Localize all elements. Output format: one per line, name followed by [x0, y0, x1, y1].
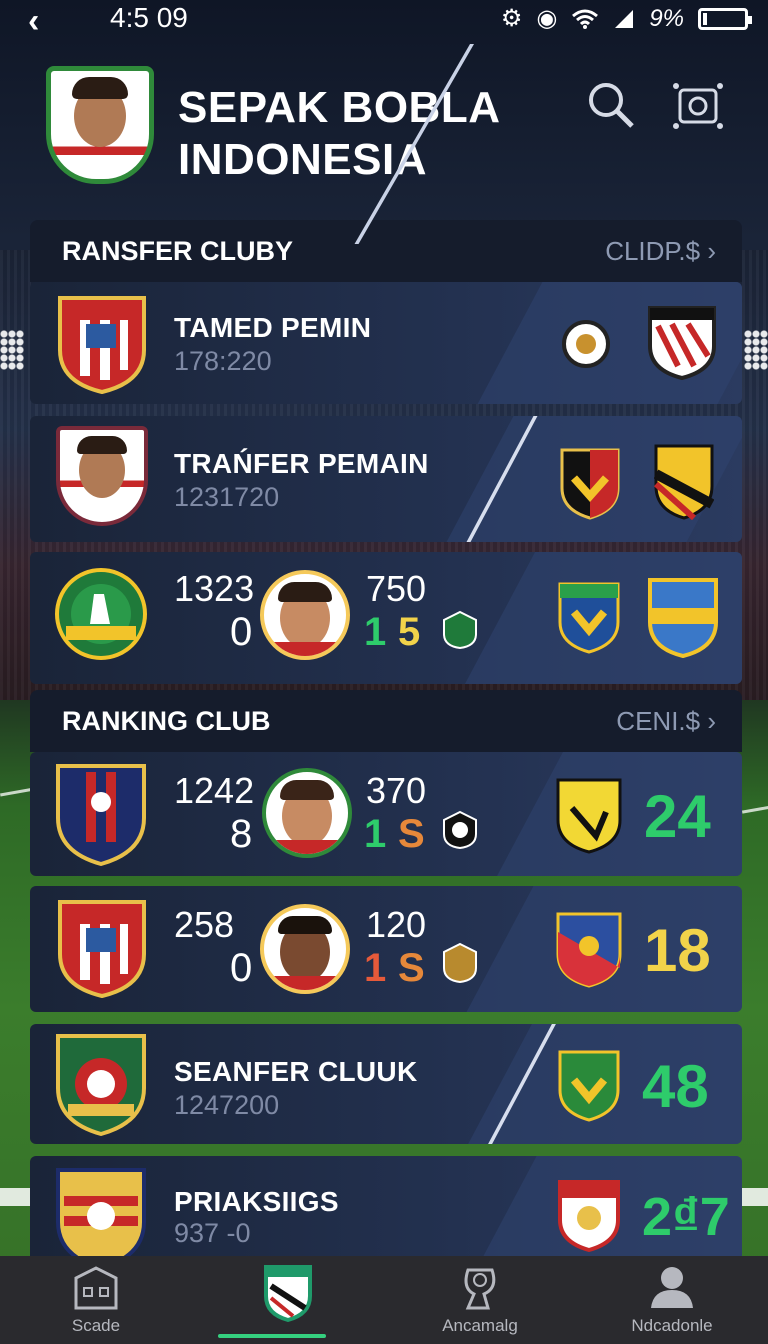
- floodlight-right: [744, 330, 768, 370]
- building-icon: [74, 1266, 118, 1310]
- see-more-link[interactable]: CLIDP.$ ›: [605, 236, 716, 267]
- stat-value: 1242: [174, 770, 255, 811]
- club-crest-icon: [55, 568, 147, 660]
- signal-icon: [615, 9, 634, 28]
- stat-value: 1323: [174, 568, 255, 609]
- stat-value: 258: [174, 904, 235, 945]
- stat-value: 370: [366, 770, 427, 811]
- list-item[interactable]: TRAŃFER PEMAIN 1231720: [30, 416, 742, 542]
- player-avatar: [262, 768, 352, 858]
- player-avatar-badge: [46, 66, 154, 184]
- table-row[interactable]: SEANFER CLUUK 1247200 48: [30, 1024, 742, 1144]
- list-item[interactable]: TAMED PEMIN 178:220: [30, 282, 742, 404]
- nav-label: Scade: [71, 1316, 121, 1335]
- stat-value: S: [398, 812, 425, 856]
- club-crest-icon: [558, 1050, 620, 1122]
- club-score: 2₫7: [642, 1187, 730, 1247]
- status-time: 4:5 09: [110, 2, 188, 33]
- search-icon[interactable]: [584, 78, 640, 134]
- scan-icon[interactable]: [670, 78, 726, 134]
- club-crest-icon: [556, 912, 622, 988]
- player-avatar: [260, 904, 350, 994]
- nav-item-ancamalg[interactable]: Ancamalg: [384, 1256, 576, 1344]
- table-row[interactable]: PRIAKSIIGS 937 -0 2₫7: [30, 1156, 742, 1256]
- section-title: RANKING CLUB: [62, 705, 271, 736]
- avatar-hair: [72, 77, 128, 99]
- nav-label: Ancamalg: [442, 1316, 518, 1335]
- stat-value: 1: [364, 812, 387, 856]
- club-value: 937 -0: [174, 1218, 251, 1248]
- app-header: SEPAK BOBLA INDONESIA: [0, 44, 768, 244]
- club-name: PRIAKSIIGS: [174, 1186, 339, 1217]
- club-crest-icon: [560, 448, 620, 520]
- stat-value: 5: [398, 610, 421, 654]
- section-title: RANSFER CLUBY: [62, 235, 294, 266]
- trophy-icon: [464, 1268, 496, 1310]
- floodlight-left: [0, 330, 24, 370]
- player-badge: [56, 426, 148, 526]
- stat-value: 1: [364, 610, 387, 654]
- record-icon: ◉: [536, 5, 558, 32]
- stat-value: S: [398, 946, 425, 990]
- player-name: TRAŃFER PEMAIN: [174, 448, 429, 479]
- shield-icon: [264, 1265, 312, 1322]
- user-icon: [651, 1267, 693, 1308]
- nav-item-profile[interactable]: Ndcadonle: [576, 1256, 768, 1344]
- table-row[interactable]: 258 0 120 1 S 18: [30, 886, 742, 1012]
- club-score: 18: [644, 917, 711, 984]
- small-emblem-icon: [443, 610, 477, 650]
- small-emblem-icon: [443, 942, 477, 984]
- club-name: SEANFER CLUUK: [174, 1056, 418, 1087]
- active-tab-indicator: [218, 1334, 326, 1338]
- transfer-section: RANSFER CLUBY CLIDP.$ ›: [30, 220, 742, 282]
- transfer-section-header: RANSFER CLUBY CLIDP.$ ›: [30, 220, 742, 282]
- bottom-navigation: Scade Ancamalg Ndcadonle: [0, 1256, 768, 1344]
- club-crest-icon: [56, 764, 146, 866]
- battery-icon: [698, 7, 752, 30]
- wifi-icon: [572, 9, 599, 29]
- status-icons: ⚙ ◉ 9%: [500, 4, 752, 33]
- transfer-value: 1231720: [174, 482, 280, 512]
- club-crest-icon: [556, 778, 622, 854]
- stat-value: 8: [230, 812, 253, 856]
- club-crest-icon: [648, 306, 716, 380]
- list-item[interactable]: 1323 0 750 1 5: [30, 552, 742, 684]
- club-crest-icon: [654, 444, 714, 520]
- club-crest-icon: [56, 1168, 146, 1256]
- club-score: 24: [644, 783, 711, 850]
- player-avatar: [260, 570, 350, 660]
- club-score: 48: [642, 1053, 709, 1120]
- battery-percent: 9%: [649, 4, 684, 32]
- ranking-section-header: RANKING CLUB CENI.$ ›: [30, 690, 742, 752]
- stat-value: 0: [230, 946, 253, 990]
- club-crest-icon: [558, 582, 620, 654]
- pitch-line: [0, 1188, 34, 1206]
- see-more-link[interactable]: CENI.$ ›: [616, 706, 716, 737]
- nav-label: Ndcadonle: [631, 1316, 713, 1335]
- stat-value: 120: [366, 904, 427, 945]
- page-title: SEPAK BOBLA INDONESIA: [178, 83, 501, 184]
- club-crest-icon: [558, 1180, 620, 1252]
- player-name: TAMED PEMIN: [174, 312, 372, 343]
- nav-item-home[interactable]: [192, 1256, 384, 1344]
- gear-icon: ⚙: [500, 5, 523, 32]
- table-row[interactable]: 1242 8 370 1 S 24: [30, 752, 742, 876]
- club-crest-icon: [58, 296, 146, 394]
- ranking-section: RANKING CLUB CENI.$ ›: [30, 690, 742, 752]
- stat-value: 1: [364, 946, 387, 990]
- status-bar: ‹ 4:5 09 ⚙ ◉ 9%: [0, 0, 768, 40]
- stat-value: 750: [366, 568, 427, 609]
- club-value: 1247200: [174, 1090, 280, 1120]
- nav-item-scade[interactable]: Scade: [0, 1256, 192, 1344]
- transfer-value: 178:220: [174, 346, 272, 376]
- ball-emblem-icon: [443, 810, 477, 850]
- back-chevron-icon[interactable]: ‹: [28, 2, 39, 41]
- stat-value: 0: [230, 610, 253, 654]
- club-crest-icon: [648, 578, 718, 658]
- club-crest-icon: [58, 900, 146, 998]
- club-crest-icon: [56, 1034, 146, 1136]
- club-emblem-icon: [562, 320, 610, 368]
- pitch-line: [742, 1188, 768, 1206]
